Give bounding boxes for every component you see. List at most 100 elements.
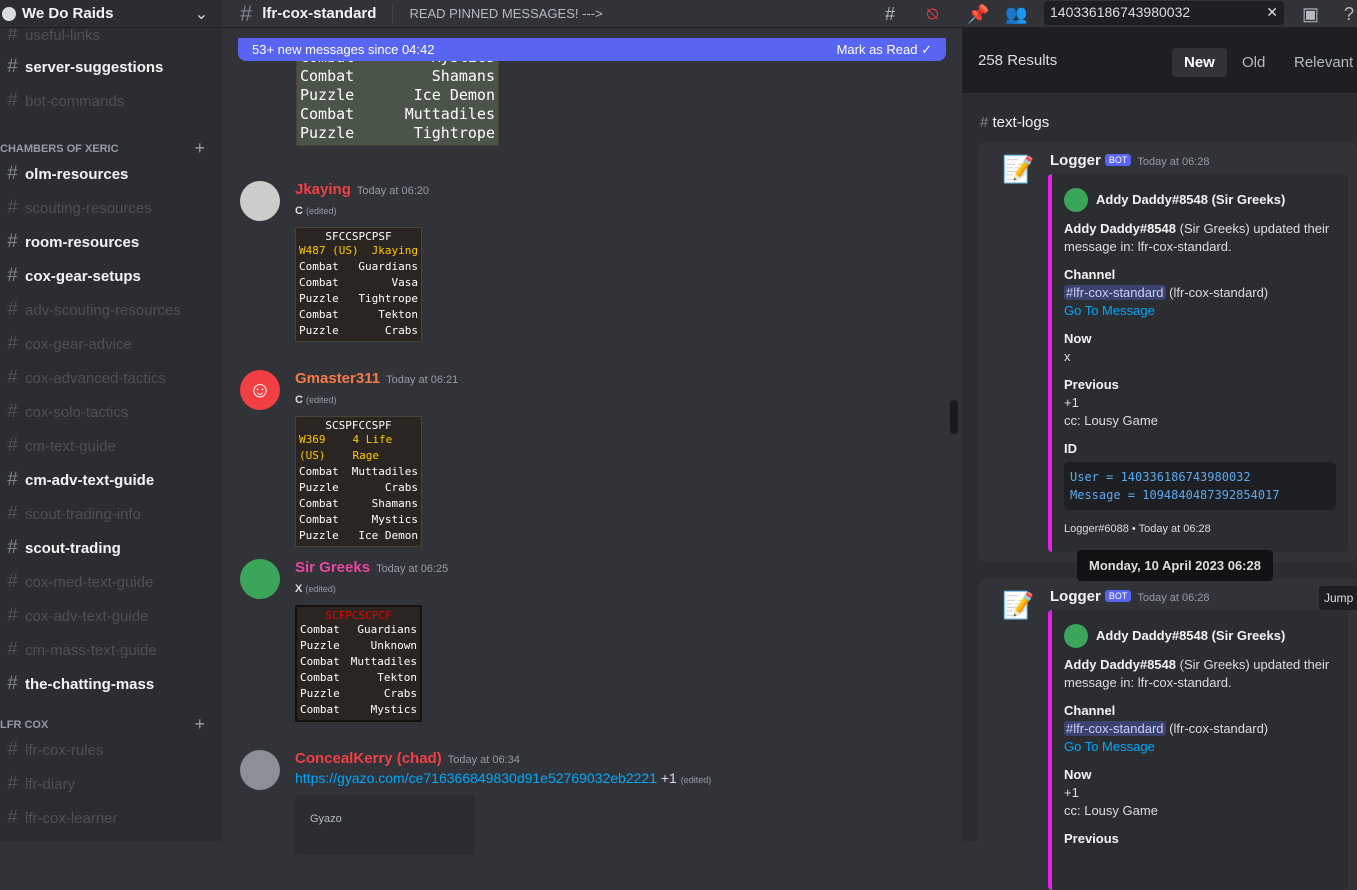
channel-topic[interactable]: READ PINNED MESSAGES! ---> — [409, 6, 602, 21]
sort-relevant[interactable]: Relevant — [1282, 48, 1357, 77]
category-label: LFR COX — [0, 718, 49, 731]
avatar[interactable] — [240, 559, 280, 599]
channel-label: room-resources — [25, 233, 140, 251]
sidebar-channel-cox-solo-tactics[interactable]: # cox-solo-tactics — [0, 397, 215, 427]
bell-muted-icon[interactable]: ⍉ — [927, 4, 938, 25]
sidebar-channel-room-resources[interactable]: # room-resources — [0, 227, 215, 257]
sidebar-channel-adv-scouting-resources[interactable]: # adv-scouting-resources — [0, 295, 215, 325]
hash-icon: # — [7, 163, 18, 184]
room-type: Combat — [299, 276, 339, 289]
members-icon[interactable]: 👥 — [1005, 4, 1027, 25]
username[interactable]: Logger — [1050, 152, 1101, 169]
sidebar-channel-cox-gear-advice[interactable]: # cox-gear-advice — [0, 329, 215, 359]
sidebar-channel-cm-text-guide[interactable]: # cm-text-guide — [0, 431, 215, 461]
timestamp[interactable]: Today at 06:34 — [448, 754, 520, 766]
hash-icon: # — [7, 773, 18, 794]
channel-mention[interactable]: #lfr-cox-standard — [1064, 285, 1166, 300]
username[interactable]: Jkaying — [295, 181, 351, 198]
sidebar-channel-scout-trading-info[interactable]: # scout-trading-info — [0, 499, 215, 529]
search-result[interactable]: 📝 Logger BOT Today at 06:28 Addy Daddy#8548 … — [978, 142, 1357, 562]
image-row: Combat Shamans — [299, 496, 418, 512]
message-link[interactable]: https://gyazo.com/ce716366849830d91e5276… — [295, 770, 657, 786]
result-channel[interactable]: # text-logs — [980, 114, 1049, 131]
scrollbar[interactable] — [950, 400, 958, 434]
sidebar-channel-cox-med-text-guide[interactable]: # cox-med-text-guide — [0, 567, 215, 597]
channel-label: server-suggestions — [25, 58, 164, 76]
message-image[interactable]: SCSPFCCSPF W369 (US) 4 Life Rage Combat Mutt… — [295, 416, 422, 547]
image-row: Puzzle Unknown — [300, 638, 417, 654]
message-image[interactable]: SFCCSPCPSF W487 (US) Jkaying Combat Guardian… — [295, 227, 422, 342]
room-name: Unknown — [370, 639, 417, 652]
sidebar-channel-cox-advanced-tactics[interactable]: # cox-advanced-tactics — [0, 363, 215, 393]
pin-icon[interactable]: 📌 — [967, 4, 989, 25]
chevron-down-icon: ⌄ — [194, 5, 208, 23]
sidebar-channel-lfr-diary[interactable]: # lfr-diary — [0, 769, 215, 799]
sidebar-channel-scout-trading[interactable]: # scout-trading — [0, 533, 215, 563]
results-count: 258 Results — [978, 52, 1058, 69]
avatar[interactable] — [240, 181, 280, 221]
help-icon[interactable]: ? — [1344, 4, 1354, 25]
username[interactable]: Gmaster311 — [295, 370, 380, 387]
result-header: Logger BOT Today at 06:28 — [1050, 588, 1210, 606]
sidebar-channel-the-chatting-mass[interactable]: # the-chatting-mass — [0, 669, 215, 699]
hash-icon: # — [7, 265, 18, 286]
avatar[interactable]: ☺ — [240, 370, 280, 410]
channel-mention[interactable]: #lfr-cox-standard — [1064, 721, 1166, 736]
embed-provider[interactable]: Gyazo — [310, 813, 342, 825]
sidebar-channel-cox-adv-text-guide[interactable]: # cox-adv-text-guide — [0, 601, 215, 631]
mark-as-read-button[interactable]: Mark as Read ✓ — [837, 42, 932, 58]
image-world-row: W487 (US) Jkaying — [299, 243, 418, 259]
sort-new[interactable]: New — [1172, 48, 1227, 77]
message-content: X (edited) — [295, 583, 336, 595]
image-title: SFCCSPCPSF — [325, 230, 392, 243]
inbox-icon[interactable]: ▣ — [1302, 4, 1319, 25]
message-image[interactable]: SCFPCSCPCF Combat Guardians Puzzle Unknown Co… — [295, 605, 422, 722]
sidebar-channel-server-suggestions[interactable]: # server-suggestions — [0, 52, 215, 82]
avatar[interactable] — [240, 750, 280, 790]
category-header[interactable]: CHAMBERS OF XERIC + — [0, 138, 215, 159]
result-header: Logger BOT Today at 06:28 — [1050, 152, 1210, 170]
logger-avatar-icon[interactable]: 📝 — [1002, 590, 1036, 624]
new-messages-banner[interactable]: 53+ new messages since 04:42 Mark as Rea… — [238, 38, 946, 61]
sidebar-channel-scouting-resources[interactable]: # scouting-resources — [0, 193, 215, 223]
channel-sidebar: We Do Raids ⌄ # useful-links # server-sugg… — [0, 0, 222, 841]
sidebar-channel-bot-commands[interactable]: # bot-commands — [0, 86, 215, 116]
sidebar-channel-cm-adv-text-guide[interactable]: # cm-adv-text-guide — [0, 465, 215, 495]
room-name: Muttadiles — [350, 655, 417, 668]
add-channel-icon[interactable]: + — [194, 714, 205, 735]
sidebar-channel-olm-resources[interactable]: # olm-resources — [0, 159, 215, 189]
go-to-message-link[interactable]: Go To Message — [1064, 738, 1336, 756]
clear-search-icon[interactable]: ✕ — [1266, 4, 1278, 22]
message-header: Sir Greeks Today at 06:25 — [295, 559, 448, 577]
avatar — [1064, 188, 1088, 212]
search-input[interactable]: 140336186743980032 ✕ — [1044, 1, 1284, 25]
room-name: Muttadiles — [351, 465, 418, 478]
channel-label: bot-commands — [25, 92, 125, 110]
logger-avatar-icon[interactable]: 📝 — [1002, 154, 1036, 188]
username[interactable]: ConcealKerry (chad) — [295, 750, 442, 767]
timestamp[interactable]: Today at 06:28 — [1137, 156, 1209, 168]
timestamp[interactable]: Today at 06:20 — [357, 185, 429, 197]
server-header[interactable]: We Do Raids ⌄ — [0, 0, 222, 28]
threads-icon[interactable]: # — [885, 4, 895, 25]
sidebar-channel-lfr-cox-rules[interactable]: # lfr-cox-rules — [0, 735, 215, 765]
username[interactable]: Sir Greeks — [295, 559, 370, 576]
timestamp[interactable]: Today at 06:21 — [386, 374, 458, 386]
sort-old[interactable]: Old — [1230, 48, 1277, 77]
go-to-message-link[interactable]: Go To Message — [1064, 302, 1336, 320]
add-channel-icon[interactable]: + — [194, 138, 205, 159]
username[interactable]: Logger — [1050, 588, 1101, 605]
sidebar-channel-lfr-cox-learner[interactable]: # lfr-cox-learner — [0, 803, 215, 833]
field-value: cc: Lousy Game — [1064, 413, 1158, 428]
sidebar-channel-cox-gear-setups[interactable]: # cox-gear-setups — [0, 261, 215, 291]
category-header[interactable]: LFR COX + — [0, 714, 215, 735]
hash-icon: # — [7, 435, 18, 456]
timestamp[interactable]: Today at 06:25 — [376, 563, 448, 575]
room-type: Combat — [299, 497, 339, 510]
edited-label: (edited) — [680, 775, 712, 785]
sidebar-channel-cm-mass-text-guide[interactable]: # cm-mass-text-guide — [0, 635, 215, 665]
jump-button[interactable]: Jump — [1319, 586, 1357, 610]
timestamp[interactable]: Today at 06:28 — [1137, 592, 1209, 604]
channel-label: scouting-resources — [25, 199, 152, 217]
search-result[interactable]: 📝 Logger BOT Today at 06:28 Addy Daddy#8548 … — [978, 578, 1357, 890]
